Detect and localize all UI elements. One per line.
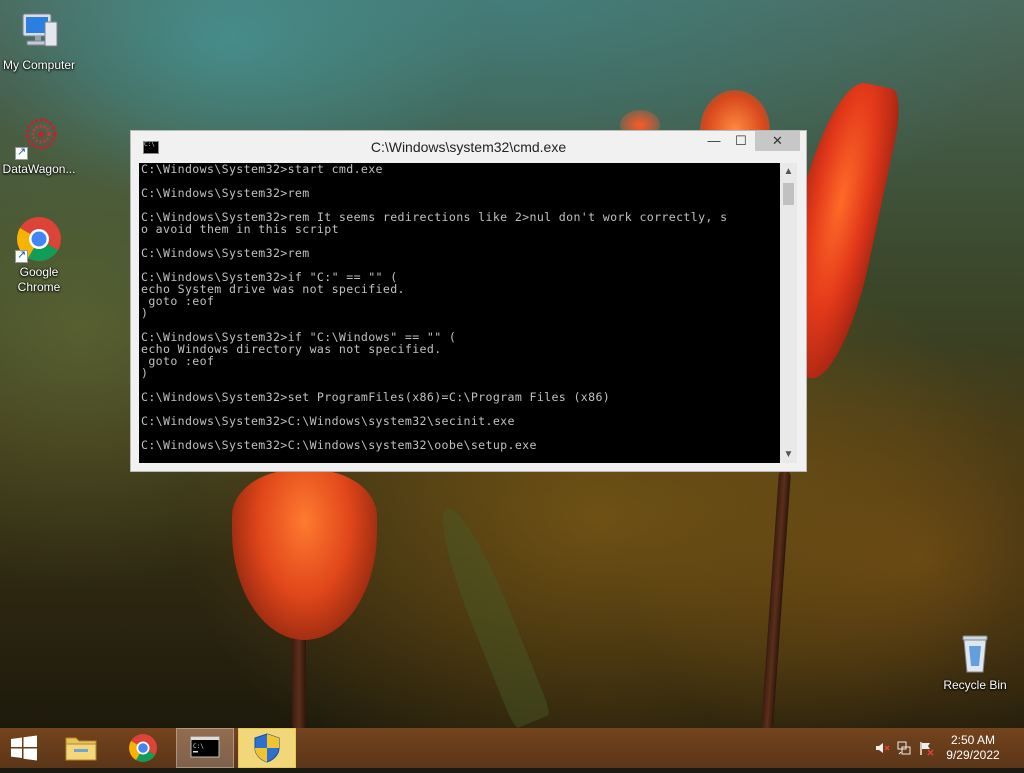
speaker-muted-icon[interactable]: [874, 740, 890, 756]
desktop-icon-datawagon[interactable]: DataWagon...: [0, 112, 79, 177]
clock-time: 2:50 AM: [950, 733, 996, 747]
maximize-button[interactable]: ☐: [728, 131, 754, 151]
minimize-button[interactable]: —: [701, 131, 727, 151]
chrome-icon: [129, 734, 157, 762]
desktop-icon-google-chrome[interactable]: Google Chrome: [0, 215, 79, 295]
console-line: C:\Windows\System32>rem: [141, 246, 310, 260]
wallpaper-tulip: [232, 470, 377, 640]
datawagon-icon: [15, 112, 63, 160]
network-icon[interactable]: [896, 740, 912, 756]
console-text: C:\Windows\System32>start cmd.exe C:\Win…: [139, 163, 780, 451]
clock[interactable]: 2:50 AM 9/29/2022: [938, 733, 1008, 763]
shortcut-arrow-icon: [15, 248, 28, 263]
taskbar: C:\ 2:50 AM 9/29/2022: [0, 728, 1024, 768]
console-line: C:\Windows\System32>C:\Windows\system32\…: [141, 438, 537, 452]
scroll-up-arrow-icon[interactable]: ▲: [780, 163, 797, 180]
console-line: ): [141, 306, 149, 320]
svg-text:C:\: C:\: [193, 743, 204, 750]
close-button[interactable]: ✕: [755, 131, 800, 151]
desktop-icon-my-computer[interactable]: My Computer: [0, 8, 79, 73]
console-icon: C:\: [190, 736, 220, 758]
scroll-thumb[interactable]: [783, 183, 794, 205]
console-line: C:\Windows\System32>C:\Windows\system32\…: [141, 414, 515, 428]
console-line: o avoid them in this script: [141, 222, 339, 236]
clock-date: 9/29/2022: [946, 748, 1000, 762]
title-bar[interactable]: C:\ C:\Windows\system32\cmd.exe — ☐ ✕: [131, 131, 806, 163]
desktop-icon-recycle-bin[interactable]: Recycle Bin: [935, 628, 1015, 693]
wallpaper-stem: [760, 469, 792, 728]
desktop-icon-label: My Computer: [2, 58, 76, 72]
desktop-icon-label: Google Chrome: [17, 265, 61, 294]
wallpaper-leaf: [428, 500, 552, 728]
folder-icon: [65, 737, 97, 761]
console-line: goto :eof: [141, 294, 215, 308]
console-line: goto :eof: [141, 354, 215, 368]
desktop-background: My Computer DataWagon... Goog: [0, 0, 1024, 728]
flag-icon[interactable]: [918, 740, 934, 756]
vertical-scrollbar[interactable]: ▲ ▼: [780, 163, 797, 463]
taskbar-command-prompt[interactable]: C:\: [176, 728, 234, 768]
console-line: C:\Windows\System32>rem: [141, 186, 310, 200]
chrome-icon: [15, 215, 63, 263]
shield-icon: [254, 733, 280, 763]
console-line: C:\Windows\System32>start cmd.exe: [141, 163, 383, 176]
console-line: ): [141, 366, 149, 380]
system-tray: 2:50 AM 9/29/2022: [864, 728, 1024, 768]
taskbar-google-chrome[interactable]: [114, 728, 172, 768]
windows-logo-icon: [11, 735, 37, 761]
recycle-bin-icon: [951, 628, 999, 676]
cmd-window[interactable]: C:\ C:\Windows\system32\cmd.exe — ☐ ✕ C:…: [130, 130, 807, 472]
console-output[interactable]: C:\Windows\System32>start cmd.exe C:\Win…: [139, 163, 780, 463]
console-line: C:\Windows\System32>set ProgramFiles(x86…: [141, 390, 611, 404]
computer-icon: [15, 8, 63, 56]
start-button[interactable]: [0, 728, 48, 768]
scroll-down-arrow-icon[interactable]: ▼: [780, 446, 797, 463]
desktop-icon-label: DataWagon...: [2, 162, 76, 176]
shortcut-arrow-icon: [15, 145, 28, 160]
taskbar-windows-setup[interactable]: [238, 728, 296, 768]
taskbar-file-explorer[interactable]: [52, 728, 110, 768]
desktop-icon-label: Recycle Bin: [943, 678, 1007, 692]
